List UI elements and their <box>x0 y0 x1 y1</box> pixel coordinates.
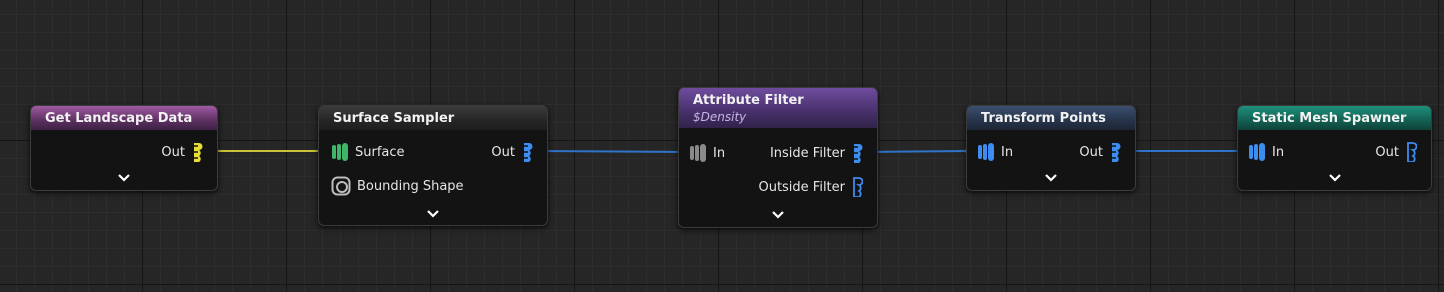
input-pin-in[interactable]: In <box>1248 142 1284 162</box>
node-header[interactable]: Transform Points <box>967 106 1135 130</box>
pin-label: Out <box>491 144 515 160</box>
output-pin-out[interactable]: Out <box>1079 142 1121 162</box>
input-pin-in[interactable]: In <box>977 142 1013 162</box>
pin-label: Bounding Shape <box>357 178 464 194</box>
node-static-mesh-spawner[interactable]: Static Mesh Spawner In Out <box>1237 105 1432 191</box>
point-data-pin-icon[interactable] <box>521 142 533 162</box>
point-data-pin-icon[interactable] <box>1109 142 1121 162</box>
chevron-down-icon[interactable] <box>116 172 132 184</box>
output-pin-out[interactable]: Out <box>1375 142 1417 162</box>
wire-sampler-to-filter[interactable] <box>534 150 691 153</box>
node-subtitle: $Density <box>693 109 747 124</box>
chevron-down-icon[interactable] <box>425 208 441 220</box>
pin-label: Out <box>161 144 185 160</box>
output-pin-inside-filter[interactable]: Inside Filter <box>770 143 863 163</box>
node-transform-points[interactable]: Transform Points In Out <box>966 105 1136 191</box>
node-header[interactable]: Surface Sampler <box>319 106 547 130</box>
node-title: Transform Points <box>981 110 1106 126</box>
chevron-down-icon[interactable] <box>770 209 786 221</box>
output-pin-outside-filter[interactable]: Outside Filter <box>758 177 863 197</box>
spatial-data-pin-icon[interactable] <box>1248 142 1266 162</box>
pin-label: In <box>1001 144 1014 160</box>
node-get-landscape-data[interactable]: Get Landscape Data Out <box>30 105 218 191</box>
point-data-pin-icon[interactable] <box>1405 142 1417 162</box>
bounding-shape-pin-icon[interactable] <box>331 176 351 196</box>
pin-label: Surface <box>355 144 405 160</box>
wire-filter-to-transform[interactable] <box>865 150 969 153</box>
node-title: Get Landscape Data <box>45 110 193 126</box>
point-data-pin-icon[interactable] <box>191 142 203 162</box>
node-title: Attribute Filter <box>693 92 804 108</box>
input-pin-in[interactable]: In <box>689 143 725 163</box>
node-title: Surface Sampler <box>333 110 455 126</box>
input-pin-surface[interactable]: Surface <box>331 142 405 162</box>
chevron-down-icon[interactable] <box>1327 172 1343 184</box>
spatial-data-pin-icon[interactable] <box>689 143 707 163</box>
point-data-pin-icon[interactable] <box>851 177 863 197</box>
pin-label: In <box>1272 144 1285 160</box>
pin-label: Out <box>1079 144 1103 160</box>
pin-label: Outside Filter <box>758 179 845 195</box>
pin-label: Out <box>1375 144 1399 160</box>
node-header[interactable]: Static Mesh Spawner <box>1238 106 1431 130</box>
node-header[interactable]: Get Landscape Data <box>31 106 217 130</box>
node-attribute-filter[interactable]: Attribute Filter $Density In Inside Filt… <box>678 87 878 228</box>
node-title: Static Mesh Spawner <box>1252 110 1407 126</box>
input-pin-bounding-shape[interactable]: Bounding Shape <box>331 176 464 196</box>
output-pin-out[interactable]: Out <box>491 142 533 162</box>
pin-label: In <box>713 145 726 161</box>
pin-label: Inside Filter <box>769 145 845 161</box>
node-header[interactable]: Attribute Filter $Density <box>679 88 877 128</box>
point-data-pin-icon[interactable] <box>851 143 863 163</box>
node-surface-sampler[interactable]: Surface Sampler Surface Bounding Shape O… <box>318 105 548 226</box>
spatial-data-pin-icon[interactable] <box>331 142 349 162</box>
chevron-down-icon[interactable] <box>1043 172 1059 184</box>
output-pin-out[interactable]: Out <box>161 142 203 162</box>
spatial-data-pin-icon[interactable] <box>977 142 995 162</box>
